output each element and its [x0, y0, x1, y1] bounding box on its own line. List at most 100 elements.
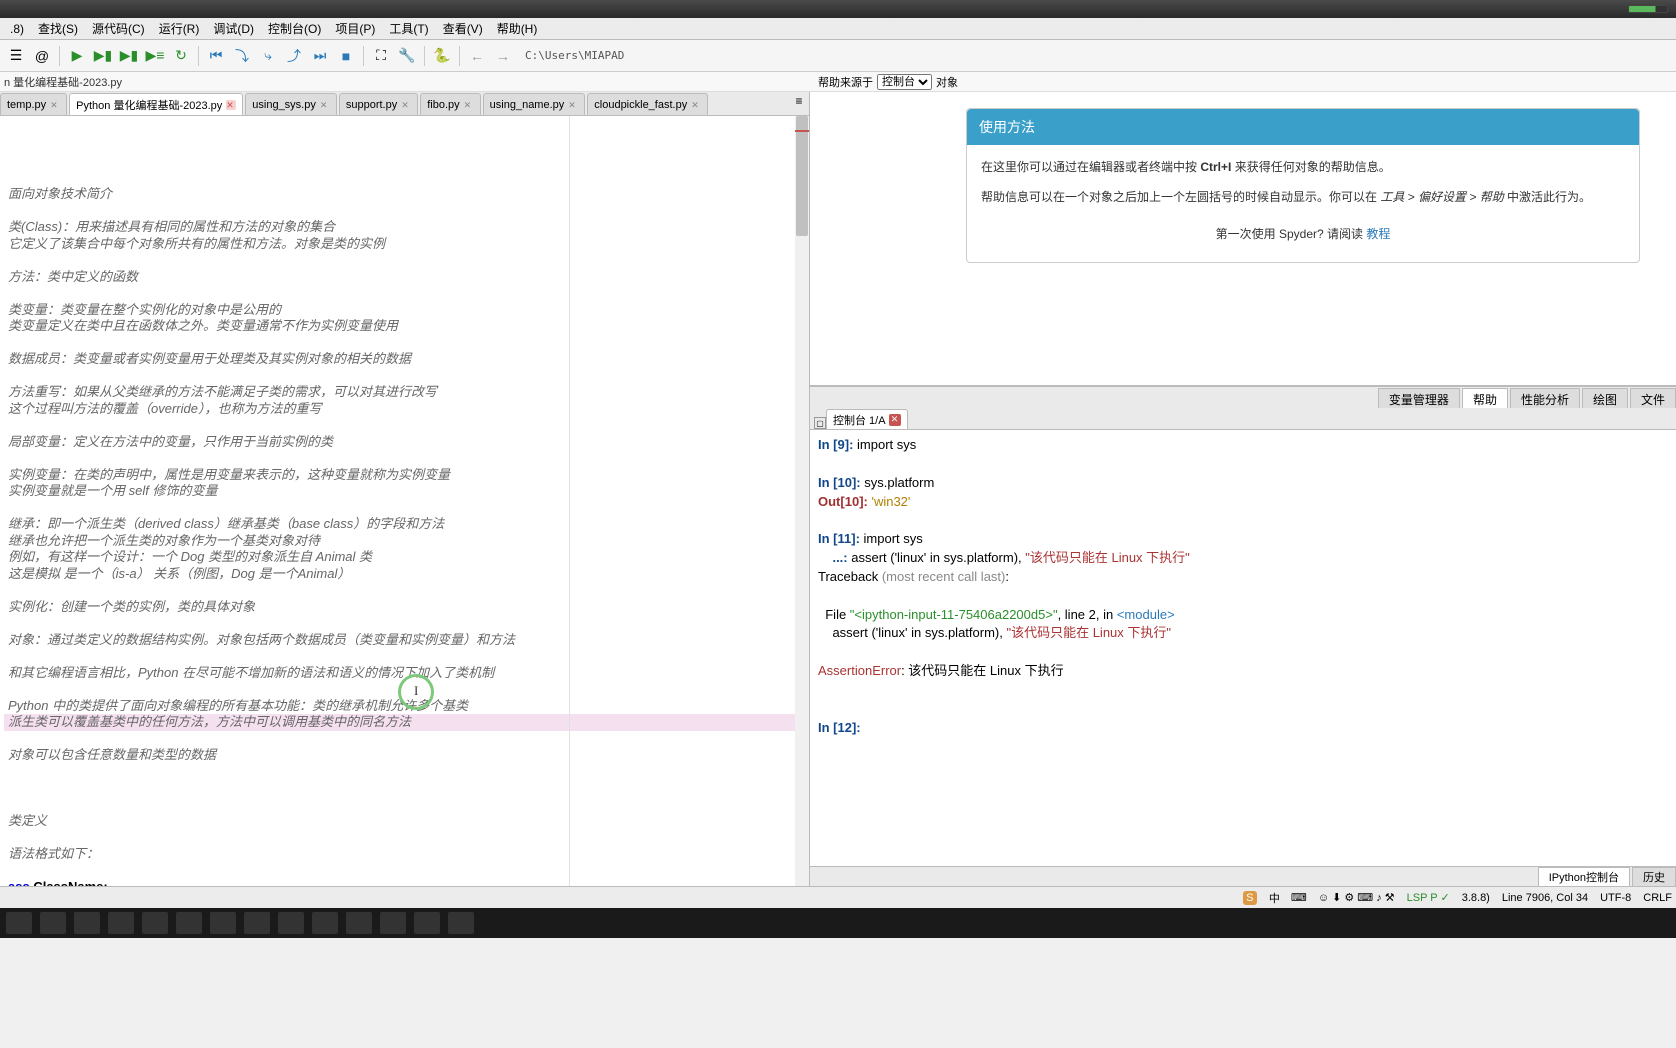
- close-icon[interactable]: ✕: [50, 100, 60, 110]
- tab-usingname[interactable]: using_name.py✕: [483, 93, 586, 115]
- editor-line: 方法重写：如果从父类继承的方法不能满足子类的需求，可以对其进行改写: [4, 384, 809, 401]
- tab-plots[interactable]: 绘图: [1582, 388, 1628, 408]
- menu-debug[interactable]: 调试(D): [207, 18, 260, 39]
- tabs-overflow-icon[interactable]: ≡: [791, 94, 807, 108]
- menu-find[interactable]: 查找(S): [32, 18, 84, 39]
- status-line-col: Line 7906, Col 34: [1502, 892, 1588, 904]
- run-selection-button[interactable]: ▶≡: [143, 44, 167, 68]
- settings-icon[interactable]: 🔧: [395, 44, 419, 68]
- scrollbar[interactable]: [795, 116, 809, 886]
- rerun-button[interactable]: ↻: [169, 44, 193, 68]
- taskbar-item[interactable]: [312, 912, 338, 934]
- taskbar-item[interactable]: [448, 912, 474, 934]
- console-tab[interactable]: 控制台 1/A ✕: [826, 409, 908, 429]
- tab-history[interactable]: 历史: [1632, 867, 1676, 886]
- close-icon[interactable]: ✕: [226, 100, 236, 110]
- console-line: [818, 700, 1668, 719]
- run-cell-advance-button[interactable]: ▶▮: [117, 44, 141, 68]
- tab-usingsys[interactable]: using_sys.py✕: [245, 93, 337, 115]
- run-cell-button[interactable]: ▶▮: [91, 44, 115, 68]
- tab-help[interactable]: 帮助: [1462, 388, 1508, 408]
- debug-stop-button[interactable]: ■: [334, 44, 358, 68]
- menu-view[interactable]: 查看(V): [437, 18, 489, 39]
- python-icon[interactable]: 🐍: [430, 44, 454, 68]
- console-line: In [11]: import sys: [818, 530, 1668, 549]
- tab-cloudpickle[interactable]: cloudpickle_fast.py✕: [587, 93, 708, 115]
- editor-line: [4, 335, 809, 352]
- tab-variable-explorer[interactable]: 变量管理器: [1378, 388, 1460, 408]
- taskbar-item[interactable]: [210, 912, 236, 934]
- scroll-thumb[interactable]: [796, 116, 808, 236]
- fullscreen-icon[interactable]: ⛶: [369, 44, 393, 68]
- taskbar-item[interactable]: [108, 912, 134, 934]
- menu-run[interactable]: 运行(R): [153, 18, 206, 39]
- debug-first-button[interactable]: ⏮: [204, 44, 228, 68]
- taskbar-item[interactable]: [142, 912, 168, 934]
- ipython-console[interactable]: In [9]: import sys In [10]: sys.platform…: [810, 430, 1676, 866]
- menu-version: .8): [4, 20, 30, 38]
- menu-help[interactable]: 帮助(H): [491, 18, 544, 39]
- taskbar-item[interactable]: [40, 912, 66, 934]
- taskbar-item[interactable]: [346, 912, 372, 934]
- status-python-version: 3.8.8): [1462, 892, 1490, 904]
- status-sogou-icon[interactable]: S: [1243, 891, 1257, 905]
- list-icon[interactable]: ☰: [4, 44, 28, 68]
- taskbar-item[interactable]: [176, 912, 202, 934]
- close-icon[interactable]: ✕: [568, 100, 578, 110]
- editor-line: [4, 830, 809, 847]
- taskbar-item[interactable]: [380, 912, 406, 934]
- tab-ipython-console[interactable]: IPython控制台: [1538, 867, 1630, 886]
- status-keyboard-icon[interactable]: ⌨: [1292, 891, 1306, 905]
- close-icon[interactable]: ✕: [401, 100, 411, 110]
- tab-profiler[interactable]: 性能分析: [1510, 388, 1580, 408]
- tutorial-link[interactable]: 教程: [1366, 227, 1390, 241]
- window-titlebar: [0, 0, 1676, 18]
- debug-out-button[interactable]: ⤴: [282, 44, 306, 68]
- editor-line: 类定义: [4, 813, 809, 830]
- editor-line: 这个过程叫方法的覆盖（override），也称为方法的重写: [4, 401, 809, 418]
- console-line: AssertionError: 该代码只能在 Linux 下执行: [818, 662, 1668, 681]
- close-icon[interactable]: ✕: [691, 100, 701, 110]
- tab-files[interactable]: 文件: [1630, 388, 1676, 408]
- tab-fibo[interactable]: fibo.py✕: [420, 93, 480, 115]
- editor-tabs: temp.py✕ Python 量化编程基础-2023.py✕ using_sy…: [0, 92, 809, 116]
- menu-console[interactable]: 控制台(O): [262, 18, 327, 39]
- taskbar-item[interactable]: [244, 912, 270, 934]
- editor-line: 对象可以包含任意数量和类型的数据: [4, 747, 809, 764]
- taskbar-item[interactable]: [6, 912, 32, 934]
- debug-step-button[interactable]: ⤵: [230, 44, 254, 68]
- tab-support[interactable]: support.py✕: [339, 93, 418, 115]
- close-icon[interactable]: ✕: [464, 100, 474, 110]
- close-icon[interactable]: ✕: [320, 100, 330, 110]
- editor-line: [4, 368, 809, 385]
- at-icon[interactable]: @: [30, 44, 54, 68]
- console-dock-icon[interactable]: ▢: [814, 417, 826, 429]
- editor-line: 实例变量就是一个用 self 修饰的变量: [4, 483, 809, 500]
- menu-tools[interactable]: 工具(T): [383, 18, 434, 39]
- debug-continue-button[interactable]: ⏭: [308, 44, 332, 68]
- debug-into-button[interactable]: ⤷: [256, 44, 280, 68]
- editor-line: 数据成员：类变量或者实例变量用于处理类及其实例对象的相关的数据: [4, 351, 809, 368]
- status-extra-icons[interactable]: ☺ ⬇ ⚙ ⌨ ♪ ⚒: [1318, 891, 1395, 904]
- help-source-select[interactable]: 控制台: [877, 74, 932, 90]
- nav-forward-button[interactable]: →: [491, 44, 515, 68]
- scroll-mark: [795, 130, 809, 132]
- menu-project[interactable]: 项目(P): [329, 18, 381, 39]
- console-line: In [12]:: [818, 719, 1668, 738]
- breadcrumb-file[interactable]: n 量化编程基础-2023.py: [4, 74, 122, 90]
- code-editor[interactable]: 面向对象技术简介 类(Class)：用来描述具有相同的属性和方法的对象的集合它定…: [0, 116, 809, 886]
- taskbar-item[interactable]: [278, 912, 304, 934]
- tab-active[interactable]: Python 量化编程基础-2023.py✕: [69, 93, 243, 115]
- status-ime[interactable]: 中: [1269, 890, 1280, 906]
- menu-source[interactable]: 源代码(C): [86, 18, 151, 39]
- editor-line: [4, 681, 809, 698]
- nav-back-button[interactable]: ←: [465, 44, 489, 68]
- working-dir-path: C:\Users\MIAPAD: [525, 49, 624, 62]
- taskbar-item[interactable]: [414, 912, 440, 934]
- breadcrumb-row: n 量化编程基础-2023.py 帮助来源于 控制台 对象: [0, 72, 1676, 92]
- run-button[interactable]: ▶: [65, 44, 89, 68]
- close-icon[interactable]: ✕: [889, 414, 901, 426]
- tab-temp[interactable]: temp.py✕: [0, 93, 67, 115]
- console-line: In [9]: import sys: [818, 436, 1668, 455]
- taskbar-item[interactable]: [74, 912, 100, 934]
